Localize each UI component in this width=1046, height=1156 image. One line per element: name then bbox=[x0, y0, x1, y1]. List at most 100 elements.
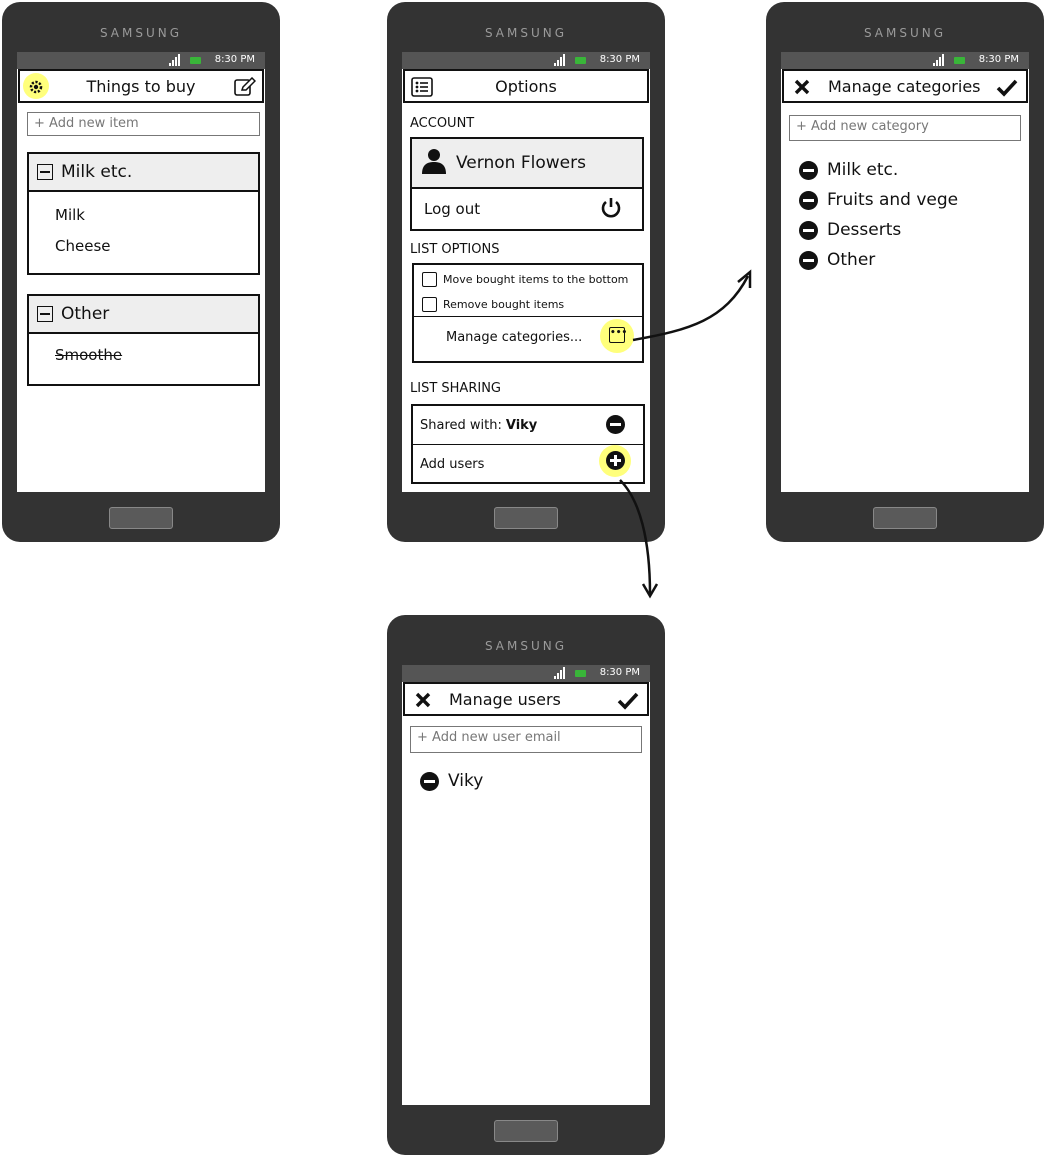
add-users-label: Add users bbox=[420, 456, 485, 472]
section-label-list-options: LIST OPTIONS bbox=[410, 242, 500, 257]
signal-icon bbox=[933, 54, 947, 66]
category-row[interactable]: Fruits and vege bbox=[799, 190, 958, 210]
confirm-check-icon[interactable] bbox=[996, 79, 1018, 101]
signal-icon bbox=[169, 54, 183, 66]
category-name: Other bbox=[827, 250, 876, 270]
category-group: Milk etc. Milk Cheese bbox=[27, 152, 260, 275]
user-icon bbox=[422, 148, 446, 179]
category-name: Milk etc. bbox=[61, 162, 133, 182]
status-time: 8:30 PM bbox=[599, 667, 640, 678]
page-title: Options bbox=[495, 76, 557, 96]
status-bar: 8:30 PM bbox=[402, 665, 650, 682]
add-user-icon[interactable] bbox=[606, 451, 625, 470]
more-icon[interactable]: ••• bbox=[609, 327, 627, 343]
remove-category-icon[interactable] bbox=[799, 220, 818, 240]
account-user-row[interactable]: Vernon Flowers bbox=[412, 139, 642, 189]
category-name: Fruits and vege bbox=[827, 190, 959, 210]
status-time: 8:30 PM bbox=[978, 54, 1019, 65]
shared-with-row: Shared with: Viky bbox=[413, 406, 643, 445]
header: Options bbox=[403, 69, 649, 103]
screen-manage-users: 8:30 PM Manage users + Add new user emai… bbox=[402, 665, 650, 1105]
edit-icon[interactable] bbox=[234, 76, 257, 101]
home-button[interactable] bbox=[494, 1120, 558, 1142]
arrowhead bbox=[641, 583, 659, 599]
remove-user-icon[interactable] bbox=[420, 771, 439, 791]
remove-category-icon[interactable] bbox=[799, 160, 818, 180]
manage-categories-row[interactable]: Manage categories... ••• bbox=[414, 317, 642, 357]
remove-user-icon[interactable] bbox=[606, 415, 625, 434]
brand-label: SAMSUNG bbox=[484, 26, 568, 40]
status-time: 8:30 PM bbox=[599, 54, 640, 65]
phone-frame-options: SAMSUNG 8:30 PM Options ACCOUNT Vernon F… bbox=[387, 2, 665, 542]
screen-manage-categories: 8:30 PM Manage categories + Add new cate… bbox=[781, 52, 1029, 492]
phone-frame-manage-users: SAMSUNG 8:30 PM Manage users + Add new u… bbox=[387, 615, 665, 1155]
remove-category-icon[interactable] bbox=[799, 190, 818, 210]
signal-icon bbox=[554, 667, 568, 679]
category-row[interactable]: Milk etc. bbox=[799, 160, 898, 180]
account-box: Vernon Flowers Log out bbox=[410, 137, 644, 231]
page-title: Things to buy bbox=[86, 76, 196, 96]
screen-things-to-buy: 8:30 PM Things to buy + Add new item Mil… bbox=[17, 52, 265, 492]
list-item-bought[interactable]: Smoothe bbox=[29, 340, 258, 371]
status-bar: 8:30 PM bbox=[781, 52, 1029, 69]
shared-user: Viky bbox=[505, 417, 538, 433]
option-label: Move bought items to the bottom bbox=[443, 273, 629, 286]
list-item[interactable]: Cheese bbox=[29, 231, 258, 262]
close-icon[interactable] bbox=[415, 692, 431, 712]
add-item-input[interactable]: + Add new item bbox=[27, 112, 260, 136]
logout-label: Log out bbox=[424, 200, 481, 218]
gear-icon[interactable] bbox=[28, 79, 44, 99]
collapse-icon[interactable] bbox=[37, 164, 53, 180]
power-icon[interactable] bbox=[600, 197, 622, 223]
battery-icon bbox=[575, 57, 586, 64]
section-label-list-sharing: LIST SHARING bbox=[410, 381, 501, 396]
category-group: Other Smoothe bbox=[27, 294, 260, 386]
header: Manage users bbox=[403, 682, 649, 716]
list-sharing-box: Shared with: Viky Add users bbox=[411, 404, 645, 484]
brand-label: SAMSUNG bbox=[99, 26, 183, 40]
category-header[interactable]: Other bbox=[29, 296, 258, 334]
brand-label: SAMSUNG bbox=[863, 26, 947, 40]
option-move-bought[interactable]: Move bought items to the bottom bbox=[414, 267, 642, 292]
logout-row[interactable]: Log out bbox=[412, 189, 642, 229]
category-row[interactable]: Desserts bbox=[799, 220, 901, 240]
collapse-icon[interactable] bbox=[37, 306, 53, 322]
user-row[interactable]: Viky bbox=[420, 771, 483, 791]
category-header[interactable]: Milk etc. bbox=[29, 154, 258, 192]
signal-icon bbox=[554, 54, 568, 66]
list-menu-icon[interactable] bbox=[411, 77, 433, 101]
remove-category-icon[interactable] bbox=[799, 250, 818, 270]
battery-icon bbox=[190, 57, 201, 64]
phone-frame-things-to-buy: SAMSUNG 8:30 PM Things to buy + Add new … bbox=[2, 2, 280, 542]
confirm-check-icon[interactable] bbox=[617, 692, 639, 714]
status-bar: 8:30 PM bbox=[17, 52, 265, 69]
home-button[interactable] bbox=[873, 507, 937, 529]
add-user-email-input[interactable]: + Add new user email bbox=[410, 726, 642, 753]
user-name: Viky bbox=[448, 771, 484, 791]
list-item[interactable]: Milk bbox=[29, 200, 258, 231]
status-bar: 8:30 PM bbox=[402, 52, 650, 69]
phone-frame-manage-categories: SAMSUNG 8:30 PM Manage categories + Add … bbox=[766, 2, 1044, 542]
shared-with-label: Shared with: bbox=[420, 417, 502, 433]
add-users-row[interactable]: Add users bbox=[413, 445, 643, 483]
section-label-account: ACCOUNT bbox=[410, 116, 475, 131]
list-options-box: Move bought items to the bottom Remove b… bbox=[412, 263, 644, 363]
home-button[interactable] bbox=[109, 507, 173, 529]
checkbox-remove-bought[interactable] bbox=[422, 296, 437, 312]
close-icon[interactable] bbox=[794, 79, 810, 99]
add-category-input[interactable]: + Add new category bbox=[789, 115, 1021, 141]
header: Manage categories bbox=[782, 69, 1028, 103]
category-row[interactable]: Other bbox=[799, 250, 875, 270]
page-title: Manage categories bbox=[828, 76, 981, 96]
status-time: 8:30 PM bbox=[214, 54, 255, 65]
arrowhead bbox=[737, 269, 752, 288]
home-button[interactable] bbox=[494, 507, 558, 529]
category-name: Other bbox=[61, 304, 110, 324]
brand-label: SAMSUNG bbox=[484, 639, 568, 653]
battery-icon bbox=[954, 57, 965, 64]
checkbox-move-bought[interactable] bbox=[422, 272, 437, 287]
category-name: Desserts bbox=[827, 220, 902, 240]
page-title: Manage users bbox=[449, 689, 561, 709]
screen-options: 8:30 PM Options ACCOUNT Vernon Flowers L… bbox=[402, 52, 650, 492]
option-remove-bought[interactable]: Remove bought items bbox=[414, 292, 642, 317]
